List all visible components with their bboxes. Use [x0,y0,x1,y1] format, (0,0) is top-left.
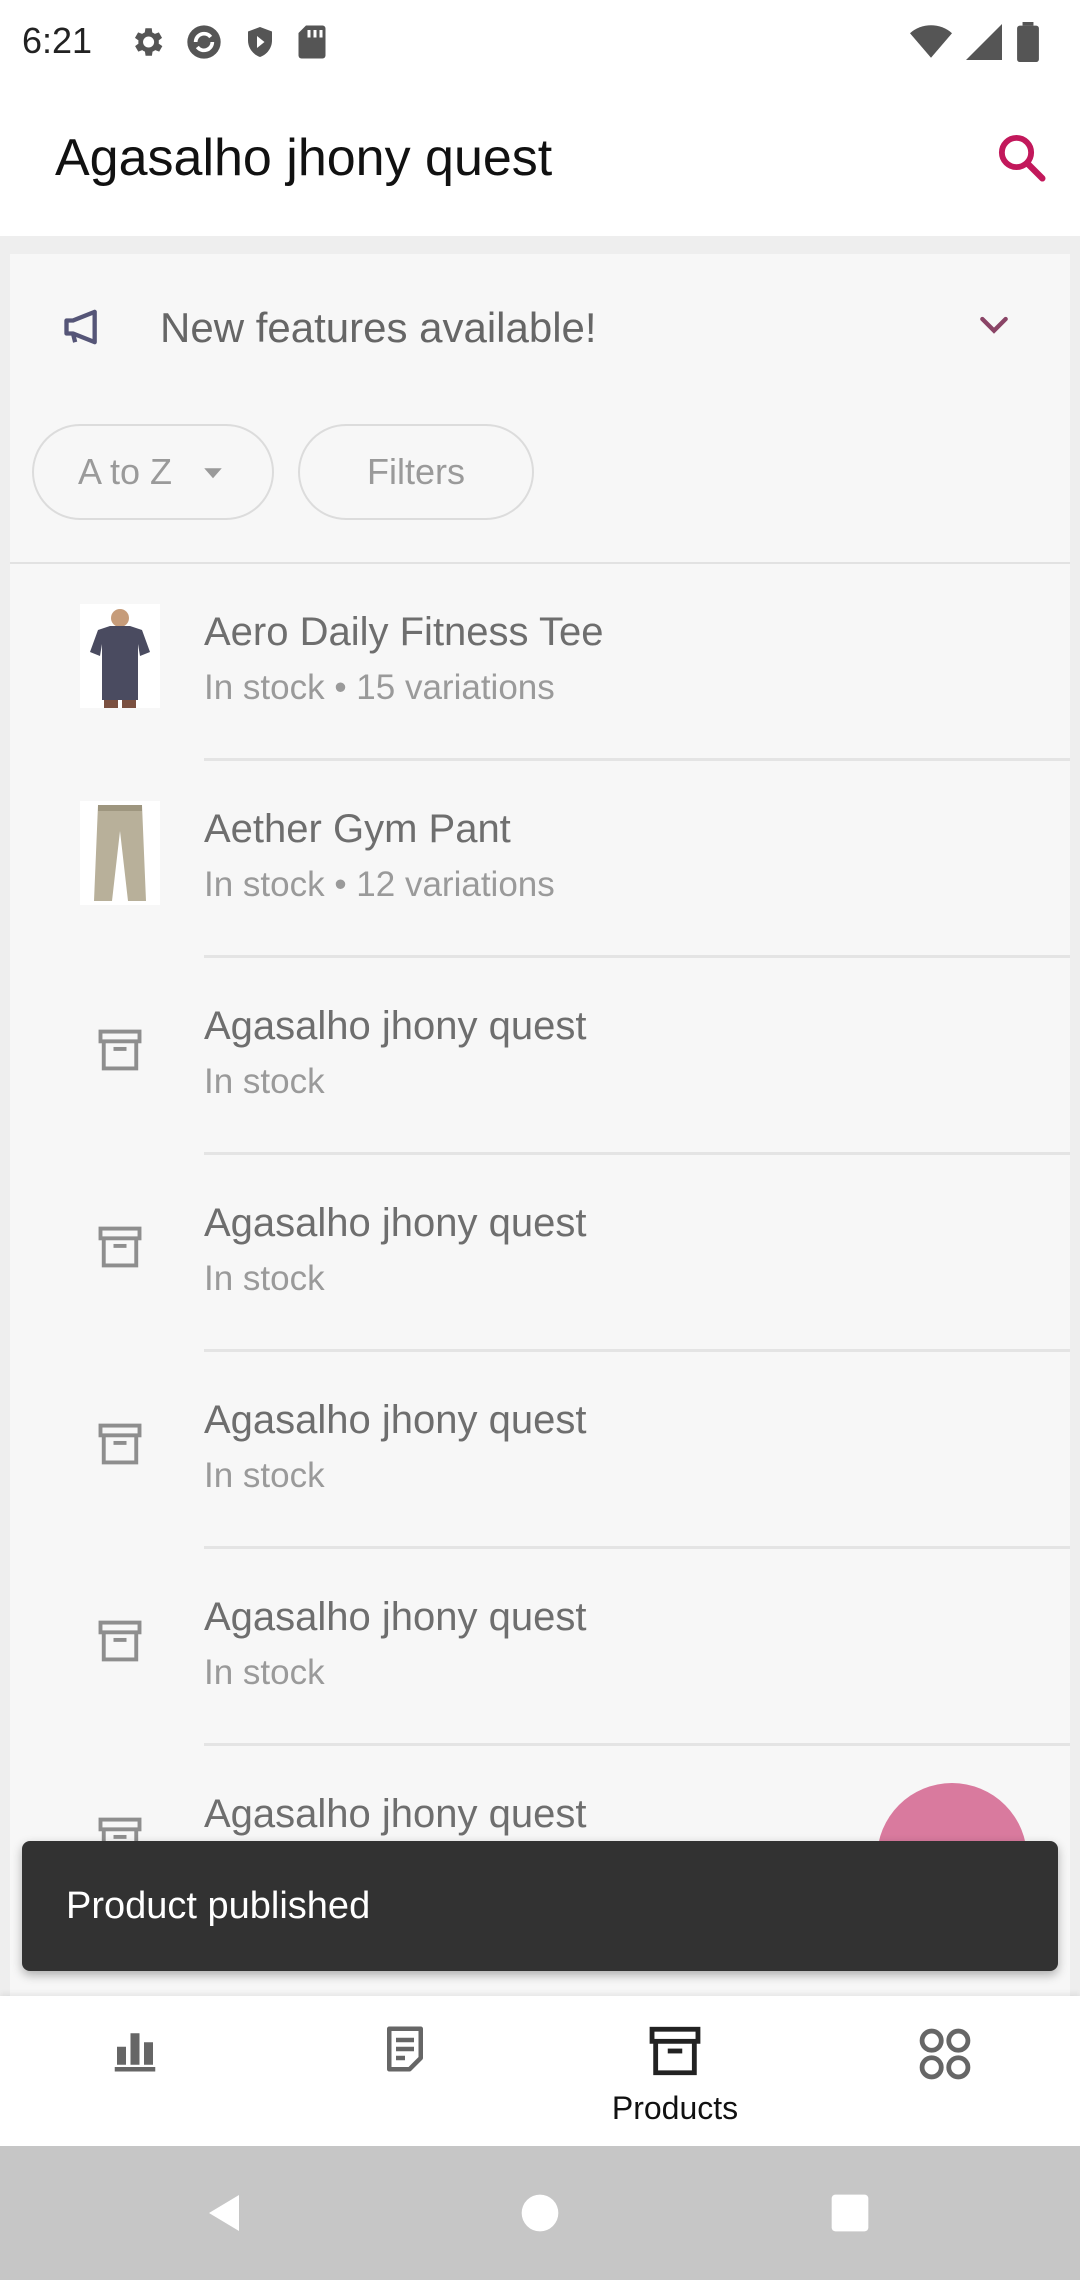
filters-chip[interactable]: Filters [298,424,534,520]
sort-chip-label: A to Z [77,451,173,492]
product-name: Aether Gym Pant [204,807,511,851]
archive-box-icon [70,1195,170,1299]
gear-icon [134,28,163,56]
product-subtitle: In stock • 12 variations [204,865,555,904]
page-title: Agasalho jhony quest [55,129,553,187]
signal-icon [966,24,1002,60]
snackbar: Product published [22,1841,1058,1971]
bottom-navigation: Products [0,1996,1080,2146]
product-subtitle: In stock • 15 variations [204,668,555,707]
product-name: Agasalho jhony quest [204,1398,587,1442]
search-icon [998,134,1046,182]
nav-item-orders[interactable] [270,1996,540,2146]
sd-card-icon [298,25,326,59]
status-time: 6:21 [22,20,93,61]
more-grid-icon [810,2022,1080,2086]
nav-label-products: Products [611,2090,739,2126]
list-item[interactable]: Agasalho jhony quest In stock [10,1155,1070,1352]
home-button[interactable] [505,2178,575,2248]
tshirt-image [70,604,170,708]
product-subtitle: In stock [204,1062,325,1101]
products-card: New features available! A to Z Filters A… [10,254,1070,1996]
dropdown-arrow-icon [204,468,222,479]
back-icon [209,2195,239,2231]
orders-icon [270,2022,540,2076]
archive-box-icon [70,1392,170,1496]
product-name: Agasalho jhony quest [204,1792,587,1836]
sort-filter-chips: A to Z Filters [10,424,1070,554]
status-bar: 6:21 [0,0,1080,90]
nav-item-more[interactable] [810,1996,1080,2146]
product-subtitle: In stock [204,1259,325,1298]
recents-button[interactable] [815,2178,885,2248]
battery-icon [1017,22,1039,62]
product-name: Agasalho jhony quest [204,1201,587,1245]
archive-box-icon [70,1589,170,1693]
wifi-icon [910,25,952,58]
product-name: Aero Daily Fitness Tee [204,610,604,654]
system-navigation-bar [0,2146,1080,2280]
status-icons-right [910,22,1040,62]
product-subtitle: In stock [204,1456,325,1495]
list-item[interactable]: Agasalho jhony quest In stock [10,1549,1070,1746]
nav-item-products[interactable]: Products [540,1996,810,2146]
products-box-icon [540,2022,810,2080]
pants-image [70,801,170,905]
megaphone-icon [60,301,112,358]
chevron-down-icon[interactable] [974,304,1014,349]
recents-icon [831,2194,869,2232]
back-button[interactable] [190,2178,260,2248]
app-bar: Agasalho jhony quest [0,90,1080,236]
banner-text: New features available! [160,304,597,351]
list-item[interactable]: Aether Gym Pant In stock • 12 variations [10,761,1070,958]
bar-chart-icon [0,2022,270,2076]
list-item[interactable]: Aero Daily Fitness Tee In stock • 15 var… [10,564,1070,761]
sort-chip[interactable]: A to Z [32,424,274,520]
product-name: Agasalho jhony quest [204,1595,587,1639]
product-name: Agasalho jhony quest [204,1004,587,1048]
home-icon [521,2194,559,2232]
sync-icon [187,25,221,59]
status-icons-left [128,22,328,62]
product-subtitle: In stock [204,1653,325,1692]
nav-item-dashboard[interactable] [0,1996,270,2146]
feature-banner[interactable]: New features available! [10,254,1070,404]
shield-icon [248,27,272,57]
snackbar-text: Product published [66,1885,371,1927]
archive-box-icon [70,998,170,1102]
search-button[interactable] [986,122,1056,192]
product-list-area: New features available! A to Z Filters A… [0,236,1080,1996]
list-item[interactable]: Agasalho jhony quest In stock [10,1352,1070,1549]
list-item[interactable]: Agasalho jhony quest In stock [10,958,1070,1155]
filters-chip-label: Filters [367,451,465,492]
